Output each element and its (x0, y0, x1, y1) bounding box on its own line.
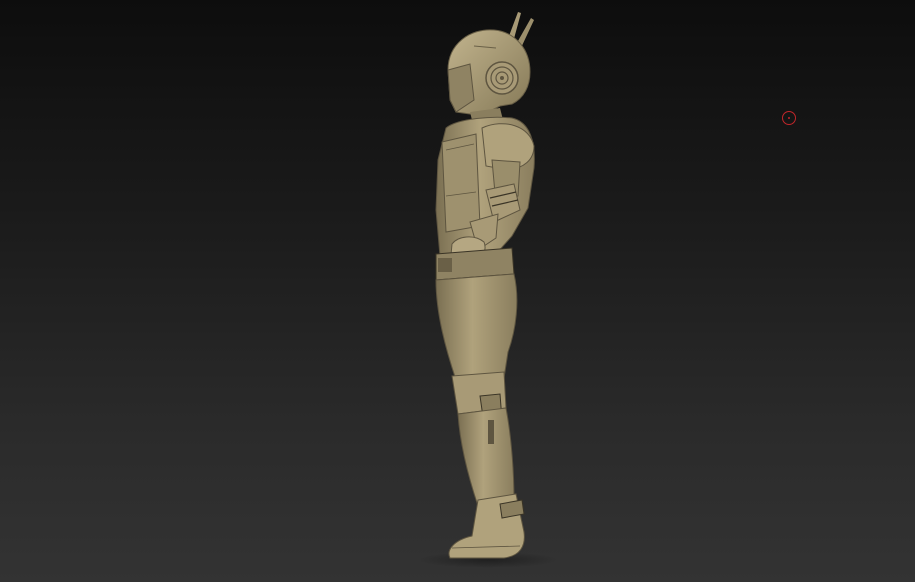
brush-cursor-icon (782, 111, 796, 125)
leg (435, 273, 525, 559)
helmet (447, 29, 531, 115)
sculpt-viewport[interactable] (0, 0, 915, 582)
armored-figure-model[interactable] (0, 0, 915, 582)
belt-buckle (438, 258, 452, 272)
